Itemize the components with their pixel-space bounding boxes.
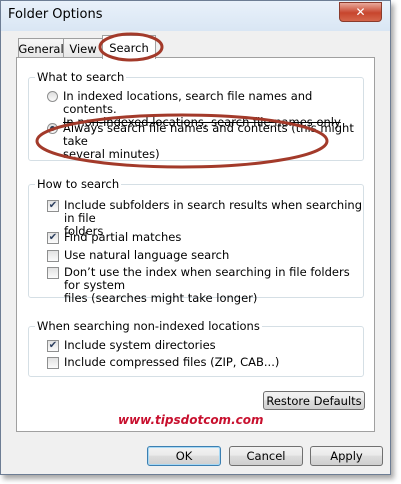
search-tab-panel: What to search In indexed locations, sea…	[16, 57, 375, 432]
checkbox-natural-language[interactable]: Use natural language search	[47, 249, 229, 262]
dont-use-index-line2: files (searches might take longer)	[64, 291, 258, 305]
what-to-search-group: What to search In indexed locations, sea…	[28, 70, 364, 161]
close-icon: ✕	[355, 5, 366, 19]
dont-use-index-label: Don’t use the index when searching in fi…	[64, 266, 363, 305]
system-directories-label: Include system directories	[64, 338, 216, 352]
radio-always-line1: Always search file names and contents (t…	[63, 121, 354, 148]
how-to-search-heading: How to search	[35, 177, 122, 191]
radio-always-line2: several minutes)	[63, 147, 160, 161]
ok-button[interactable]: OK	[147, 446, 221, 466]
radio-indexed-line1: In indexed locations, search file names …	[63, 89, 313, 116]
radio-icon[interactable]	[47, 123, 58, 134]
title-bar: Folder Options ✕	[1, 1, 390, 31]
cancel-label: Cancel	[246, 449, 286, 463]
apply-button[interactable]: Apply	[310, 446, 383, 466]
folder-options-window: Folder Options ✕ General View Search Wha…	[0, 0, 391, 475]
radio-always-label: Always search file names and contents (t…	[63, 122, 363, 161]
what-to-search-heading: What to search	[35, 70, 127, 84]
find-partial-label: Find partial matches	[64, 230, 182, 244]
restore-defaults-label: Restore Defaults	[266, 393, 362, 408]
how-to-search-group: How to search ✔ Include subfolders in se…	[28, 177, 364, 305]
radio-always-search[interactable]: Always search file names and contents (t…	[47, 122, 363, 161]
checkbox-icon[interactable]: ✔	[47, 200, 59, 212]
non-indexed-heading: When searching non-indexed locations	[35, 319, 262, 333]
non-indexed-group: When searching non-indexed locations ✔ I…	[28, 319, 364, 377]
dont-use-index-line1: Don’t use the index when searching in fi…	[64, 265, 350, 292]
checkbox-icon[interactable]: ✔	[47, 340, 59, 352]
checkbox-icon[interactable]: ✔	[47, 232, 59, 244]
include-subfolders-line1: Include subfolders in search results whe…	[64, 198, 363, 225]
checkbox-compressed-files[interactable]: Include compressed files (ZIP, CAB...)	[47, 356, 279, 369]
radio-icon[interactable]	[47, 91, 58, 102]
restore-defaults-button[interactable]: Restore Defaults	[263, 391, 365, 410]
ok-label: OK	[175, 449, 193, 463]
checkbox-dont-use-index[interactable]: Don’t use the index when searching in fi…	[47, 266, 363, 305]
cancel-button[interactable]: Cancel	[229, 446, 303, 466]
close-button[interactable]: ✕	[339, 2, 382, 22]
compressed-files-label: Include compressed files (ZIP, CAB...)	[64, 355, 280, 369]
checkbox-icon[interactable]	[47, 250, 59, 262]
checkbox-icon[interactable]	[47, 267, 59, 279]
tab-search-label: Search	[109, 40, 149, 55]
tab-view-label: View	[69, 41, 97, 56]
checkbox-system-directories[interactable]: ✔ Include system directories	[47, 339, 216, 352]
checkbox-icon[interactable]	[47, 357, 59, 369]
watermark-text: www.tipsdotcom.com	[118, 413, 264, 427]
natural-language-label: Use natural language search	[64, 248, 230, 262]
window-title: Folder Options	[8, 7, 103, 22]
apply-label: Apply	[330, 449, 363, 463]
tab-general-label: General	[18, 41, 64, 56]
tab-search[interactable]: Search	[102, 35, 156, 59]
tab-general[interactable]: General	[18, 38, 64, 58]
tab-view[interactable]: View	[63, 38, 103, 58]
checkbox-find-partial[interactable]: ✔ Find partial matches	[47, 231, 181, 244]
